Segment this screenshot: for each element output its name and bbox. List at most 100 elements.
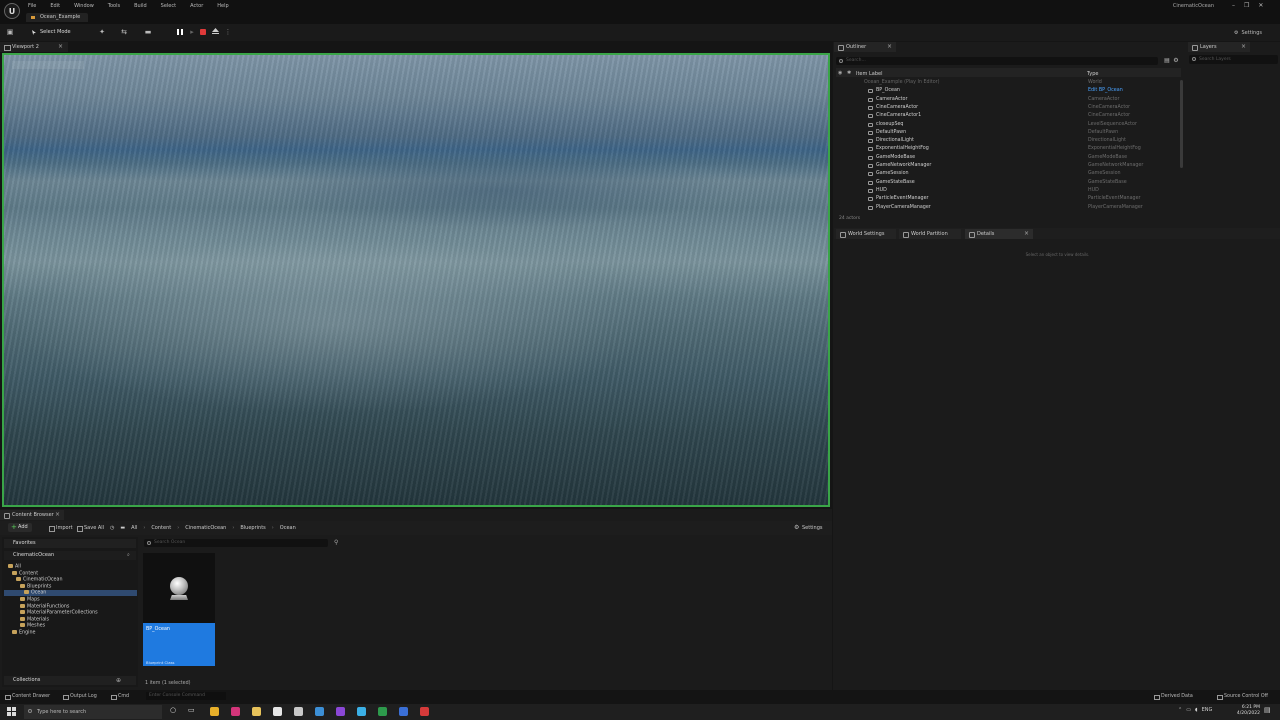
history-icon[interactable]: ◷ xyxy=(110,525,114,531)
cmd-dropdown[interactable]: Cmd xyxy=(110,694,129,700)
tree-item-materials[interactable]: Materials xyxy=(20,616,49,623)
outliner-row[interactable]: DirectionalLight DirectionalLight xyxy=(836,137,1180,145)
tree-search-icon[interactable]: ⌕ xyxy=(127,552,130,558)
tree-item-maps[interactable]: Maps xyxy=(20,597,40,603)
app-blue-icon[interactable] xyxy=(399,707,408,716)
menu-window[interactable]: Window xyxy=(74,3,94,9)
outliner-row[interactable]: CineCameraActor CineCameraActor xyxy=(836,104,1180,112)
edit-blueprint-link[interactable]: Edit BP_Ocean xyxy=(1088,87,1123,95)
menu-build[interactable]: Build xyxy=(134,3,147,9)
language-indicator[interactable]: ENG xyxy=(1202,707,1213,713)
settings-icon[interactable] xyxy=(294,707,303,716)
outliner-row[interactable]: CineCameraActor1 CineCameraActor xyxy=(836,112,1180,120)
level-tab[interactable]: Ocean_Example xyxy=(26,13,88,22)
outliner-row[interactable]: DefaultPawn DefaultPawn xyxy=(836,129,1180,137)
source-control-button[interactable]: Source Control Off xyxy=(1216,694,1268,700)
asset-search-input[interactable]: Search Ocean xyxy=(144,539,328,547)
cortana-icon[interactable]: ○ xyxy=(170,706,176,714)
visibility-eye-icon[interactable]: ◉ xyxy=(838,70,842,76)
content-browser-tab[interactable]: Content Browser × xyxy=(0,510,64,520)
taskbar-clock[interactable]: 6:21 PM 4/20/2022 xyxy=(1226,705,1260,717)
breadcrumb-cinematicocean[interactable]: CinematicOcean xyxy=(185,525,226,531)
blueprints-icon[interactable]: ⇆ xyxy=(120,28,128,36)
details-close-icon[interactable]: × xyxy=(1024,229,1029,239)
add-button[interactable]: Add xyxy=(8,523,32,532)
tree-item-blueprints[interactable]: Blueprints xyxy=(20,583,51,590)
column-item-label[interactable]: Item Label xyxy=(856,71,882,77)
unreal-logo-icon[interactable]: U xyxy=(4,3,20,19)
level-viewport[interactable] xyxy=(2,53,830,507)
stop-button[interactable] xyxy=(200,29,206,35)
breadcrumb-all[interactable]: All xyxy=(131,525,137,531)
network-icon[interactable]: ▭ xyxy=(1186,707,1191,713)
tree-item-all[interactable]: All xyxy=(8,564,21,570)
tree-item-ocean[interactable]: Ocean xyxy=(24,590,46,596)
layers-tab[interactable]: Layers × xyxy=(1188,42,1250,52)
outliner-row[interactable]: GameNetworkManager GameNetworkManager xyxy=(836,162,1180,170)
tray-chevron-icon[interactable]: ⌃ xyxy=(1178,707,1182,713)
app-red-icon[interactable] xyxy=(420,707,429,716)
tree-item-cinematicocean[interactable]: CinematicOcean xyxy=(16,577,62,583)
notifications-icon[interactable]: ▤ xyxy=(1264,706,1271,714)
outliner-row[interactable]: Ocean_Example (Play In Editor) World xyxy=(836,79,1180,87)
tree-item-engine[interactable]: Engine xyxy=(12,630,35,636)
outliner-settings-icon[interactable]: ⚙ xyxy=(1172,57,1180,65)
outliner-close-icon[interactable]: × xyxy=(887,42,892,52)
breadcrumb-blueprints[interactable]: Blueprints xyxy=(240,525,265,531)
save-icon[interactable]: ▣ xyxy=(6,28,14,36)
tab-world-settings[interactable]: World Settings xyxy=(836,229,896,239)
tab-world-partition[interactable]: World Partition xyxy=(899,229,961,239)
cinematics-icon[interactable]: ▬ xyxy=(144,28,152,36)
content-drawer-button[interactable]: Content Drawer xyxy=(4,694,50,700)
layers-close-icon[interactable]: × xyxy=(1241,42,1246,52)
project-root-header[interactable]: CinematicOcean xyxy=(4,551,136,560)
file-explorer-icon[interactable] xyxy=(252,707,261,716)
menu-help[interactable]: Help xyxy=(217,3,228,9)
derived-data-button[interactable]: Derived Data xyxy=(1153,694,1193,700)
add-filter-icon[interactable]: ▤ xyxy=(1163,57,1171,65)
more-options-icon[interactable]: ⋮ xyxy=(224,28,232,36)
save-all-button[interactable]: Save All xyxy=(76,525,104,532)
content-browser-settings[interactable]: Settings xyxy=(794,524,823,531)
filter-icon[interactable]: ⚲ xyxy=(334,539,338,546)
outliner-row[interactable]: CameraActor CameraActor xyxy=(836,96,1180,104)
layers-search-input[interactable]: Search Layers xyxy=(1189,55,1278,64)
menu-select[interactable]: Select xyxy=(161,3,176,9)
menu-edit[interactable]: Edit xyxy=(50,3,60,9)
breadcrumb-content[interactable]: Content xyxy=(151,525,171,531)
tree-item-materialparametercollections[interactable]: MaterialParameterCollections xyxy=(20,610,98,616)
outliner-row[interactable]: HUD HUD xyxy=(836,187,1180,195)
media-icon[interactable] xyxy=(336,707,345,716)
output-log-button[interactable]: Output Log xyxy=(62,694,97,700)
taskbar-search-input[interactable]: Type here to search xyxy=(24,705,162,719)
play-next-frame-icon[interactable]: ▸ xyxy=(188,28,196,36)
tree-item-materialfunctions[interactable]: MaterialFunctions xyxy=(20,603,69,610)
outliner-row[interactable]: PlayerCameraManager PlayerCameraManager xyxy=(836,204,1180,212)
outliner-row[interactable]: ExponentialHeightFog ExponentialHeightFog xyxy=(836,145,1180,153)
outliner-row[interactable]: BP_Ocean Edit BP_Ocean xyxy=(836,87,1180,95)
favorites-header[interactable]: Favorites xyxy=(4,539,136,548)
outliner-row[interactable]: GameSession GameSession xyxy=(836,170,1180,178)
import-button[interactable]: Import xyxy=(48,525,73,532)
volume-icon[interactable]: ◖ xyxy=(1195,707,1198,713)
eject-button[interactable] xyxy=(212,28,219,35)
excel-icon[interactable] xyxy=(378,707,387,716)
settings-button[interactable]: ⚙ Settings xyxy=(1234,29,1262,36)
outliner-search-input[interactable]: Search... xyxy=(836,57,1158,65)
content-browser-close-icon[interactable]: × xyxy=(55,510,60,520)
minimize-icon[interactable]: – xyxy=(1232,2,1235,9)
tree-item-meshes[interactable]: Meshes xyxy=(20,623,45,629)
chrome-icon[interactable] xyxy=(210,707,219,716)
tree-item-content[interactable]: Content xyxy=(12,570,38,577)
tab-details[interactable]: Details × xyxy=(965,229,1033,239)
console-command-input[interactable]: Enter Console Command xyxy=(146,692,226,700)
close-icon[interactable]: ✕ xyxy=(1258,2,1263,9)
outliner-row[interactable]: GameModeBase GameModeBase xyxy=(836,154,1180,162)
column-type[interactable]: Type xyxy=(1087,71,1098,77)
pause-button[interactable] xyxy=(176,28,184,36)
steam-icon[interactable] xyxy=(315,707,324,716)
select-mode-dropdown[interactable]: Select Mode xyxy=(28,27,75,38)
breadcrumb-ocean[interactable]: Ocean xyxy=(280,525,296,531)
notes-icon[interactable] xyxy=(357,707,366,716)
unreal-icon[interactable] xyxy=(273,707,282,716)
